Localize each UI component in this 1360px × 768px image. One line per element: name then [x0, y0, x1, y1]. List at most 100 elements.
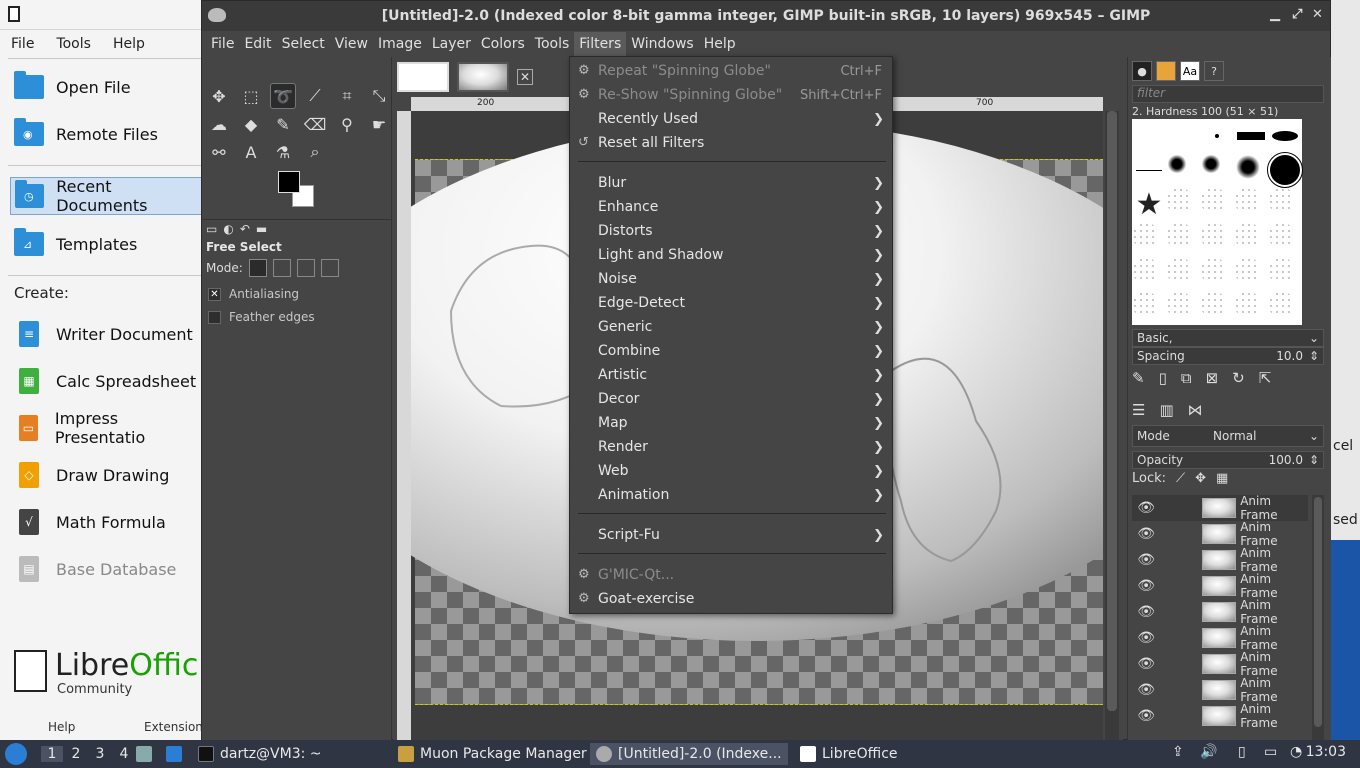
layers-tab-icon[interactable]: ☰	[1132, 401, 1145, 419]
workspace-1[interactable]: 1	[41, 746, 63, 762]
network-icon[interactable]: ▭	[1264, 744, 1277, 760]
stepper-icon[interactable]: ⇕	[1309, 452, 1319, 468]
menu-item-goat-exercise[interactable]: ⚙ Goat-exercise	[570, 587, 892, 611]
menu-colors[interactable]: Colors	[476, 32, 530, 56]
fonts-tab-icon[interactable]: Aa	[1180, 61, 1200, 81]
maximize-icon[interactable]: ⤢	[1292, 7, 1302, 22]
menu-layer[interactable]: Layer	[427, 32, 476, 56]
close-image-tab-icon[interactable]: ✕	[517, 69, 533, 85]
menu-item-map[interactable]: Map ❯	[570, 411, 892, 435]
color-picker-tool-icon[interactable]: ⚗	[270, 139, 296, 165]
menu-item-animation[interactable]: Animation ❯	[570, 483, 892, 507]
images-tab-icon[interactable]: ▬	[256, 222, 267, 239]
menu-item-combine[interactable]: Combine ❯	[570, 339, 892, 363]
undo-history-tab-icon[interactable]: ↶	[240, 222, 250, 239]
paths-tab-icon[interactable]: ⋈	[1188, 401, 1203, 419]
canvas-vertical-scrollbar[interactable]	[1105, 111, 1119, 741]
antialiasing-checkbox[interactable]: ✕	[208, 287, 221, 301]
menu-item-edge-detect[interactable]: Edge-Detect ❯	[570, 291, 892, 315]
duplicate-brush-icon[interactable]: ⧉	[1181, 369, 1192, 387]
menu-help[interactable]: Help	[699, 32, 741, 56]
taskbar-gimp[interactable]: [Untitled]-2.0 (Indexe...	[590, 743, 788, 765]
stepper-icon[interactable]: ⇕	[1309, 348, 1319, 364]
workspace-3[interactable]: 3	[89, 746, 111, 762]
layer-row[interactable]: 👁 Anim Frame	[1132, 676, 1308, 704]
new-brush-icon[interactable]: ▯	[1159, 369, 1167, 387]
open-brush-as-image-icon[interactable]: ⇱	[1259, 369, 1272, 387]
menu-filters[interactable]: Filters	[574, 32, 627, 56]
device-status-tab-icon[interactable]: ◐	[223, 222, 233, 239]
menu-item-blur[interactable]: Blur ❯	[570, 171, 892, 195]
menu-item-noise[interactable]: Noise ❯	[570, 267, 892, 291]
channels-tab-icon[interactable]: ▥	[1159, 401, 1173, 419]
menu-select[interactable]: Select	[277, 32, 330, 56]
desktop-icon[interactable]	[166, 746, 182, 762]
calc-spreadsheet-button[interactable]: ▦ Calc Spreadsheet	[10, 362, 204, 400]
bucket-fill-tool-icon[interactable]: ◆	[238, 111, 264, 137]
base-database-button[interactable]: ▤ Base Database	[10, 550, 204, 588]
menu-item-reshow[interactable]: ⚙ Re-Show "Spinning Globe" Shift+Ctrl+F	[570, 83, 892, 107]
clone-tool-icon[interactable]: ⚲	[334, 111, 360, 137]
text-tool-icon[interactable]: A	[238, 139, 264, 165]
taskbar-terminal[interactable]: dartz@VM3: ~	[192, 743, 328, 765]
patterns-tab-icon[interactable]	[1156, 61, 1176, 81]
paths-tool-icon[interactable]: ⚯	[206, 139, 232, 165]
lo-menu-file[interactable]: File	[11, 36, 34, 52]
help-link[interactable]: Help	[48, 720, 75, 734]
edit-brush-icon[interactable]: ✎	[1132, 369, 1145, 387]
math-formula-button[interactable]: √ Math Formula	[10, 503, 204, 541]
menu-windows[interactable]: Windows	[626, 32, 699, 56]
fuzzy-select-tool-icon[interactable]: ⟋	[302, 83, 328, 109]
menu-item-decor[interactable]: Decor ❯	[570, 387, 892, 411]
open-file-button[interactable]: Open File	[10, 68, 204, 106]
tool-options-tab-icon[interactable]: ▭	[206, 222, 217, 239]
lo-menu-help[interactable]: Help	[113, 36, 145, 52]
mode-add-button[interactable]	[272, 259, 291, 277]
eye-icon[interactable]: 👁	[1132, 682, 1160, 698]
menu-file[interactable]: File	[206, 32, 239, 56]
remote-files-button[interactable]: ◉ Remote Files	[10, 115, 204, 153]
layer-row[interactable]: 👁 Anim Frame	[1132, 572, 1308, 600]
paintbrush-tool-icon[interactable]: ✎	[270, 111, 296, 137]
eye-icon[interactable]: 👁	[1132, 552, 1160, 568]
menu-item-enhance[interactable]: Enhance ❯	[570, 195, 892, 219]
menu-item-script-fu[interactable]: Script-Fu ❯	[570, 523, 892, 547]
templates-button[interactable]: ⊿ Templates	[10, 225, 204, 263]
image-tab-blank[interactable]	[397, 62, 449, 92]
eye-icon[interactable]: 👁	[1132, 500, 1160, 516]
eye-icon[interactable]: 👁	[1132, 630, 1160, 646]
brush-set-select[interactable]: Basic, ⌄	[1132, 329, 1324, 347]
minimize-icon[interactable]: ▁	[1270, 7, 1280, 22]
mode-subtract-button[interactable]	[296, 259, 315, 277]
spacing-spinner[interactable]: Spacing 10.0 ⇕	[1132, 347, 1324, 365]
menu-image[interactable]: Image	[373, 32, 427, 56]
eraser-tool-icon[interactable]: ⌫	[302, 111, 328, 137]
menu-view[interactable]: View	[330, 32, 373, 56]
layer-mode-select[interactable]: Mode Normal ⌄	[1132, 425, 1324, 447]
feather-edges-option[interactable]: Feather edges	[208, 310, 315, 324]
lock-alpha-icon[interactable]: ▦	[1216, 471, 1228, 486]
mode-intersect-button[interactable]	[320, 259, 339, 277]
menu-item-generic[interactable]: Generic ❯	[570, 315, 892, 339]
layer-row[interactable]: 👁 Anim Frame	[1132, 494, 1308, 522]
opacity-spinner[interactable]: Opacity 100.0 ⇕	[1132, 451, 1324, 469]
feather-edges-checkbox[interactable]	[208, 310, 221, 324]
writer-document-button[interactable]: ≡ Writer Document	[10, 315, 204, 353]
brush-filter-input[interactable]: filter	[1132, 85, 1324, 103]
warp-tool-icon[interactable]: ☁	[206, 111, 232, 137]
layer-row[interactable]: 👁 Anim Frame	[1132, 650, 1308, 678]
menu-item-recently-used[interactable]: Recently Used ❯	[570, 107, 892, 131]
mode-replace-button[interactable]	[248, 259, 267, 277]
menu-item-web[interactable]: Web ❯	[570, 459, 892, 483]
lock-pixels-icon[interactable]: ⟋	[1176, 471, 1185, 486]
eye-icon[interactable]: 👁	[1132, 656, 1160, 672]
crop-tool-icon[interactable]: ⌗	[334, 83, 360, 109]
workspace-4[interactable]: 4	[113, 746, 135, 762]
menu-item-distorts[interactable]: Distorts ❯	[570, 219, 892, 243]
layer-row[interactable]: 👁 Anim Frame	[1132, 702, 1308, 730]
layer-row[interactable]: 👁 Anim Frame	[1132, 520, 1308, 548]
menu-item-reset-filters[interactable]: ↺ Reset all Filters	[570, 131, 892, 155]
foreground-color-swatch[interactable]	[278, 171, 300, 193]
lo-menu-tools[interactable]: Tools	[56, 36, 91, 52]
eye-icon[interactable]: 👁	[1132, 708, 1160, 724]
